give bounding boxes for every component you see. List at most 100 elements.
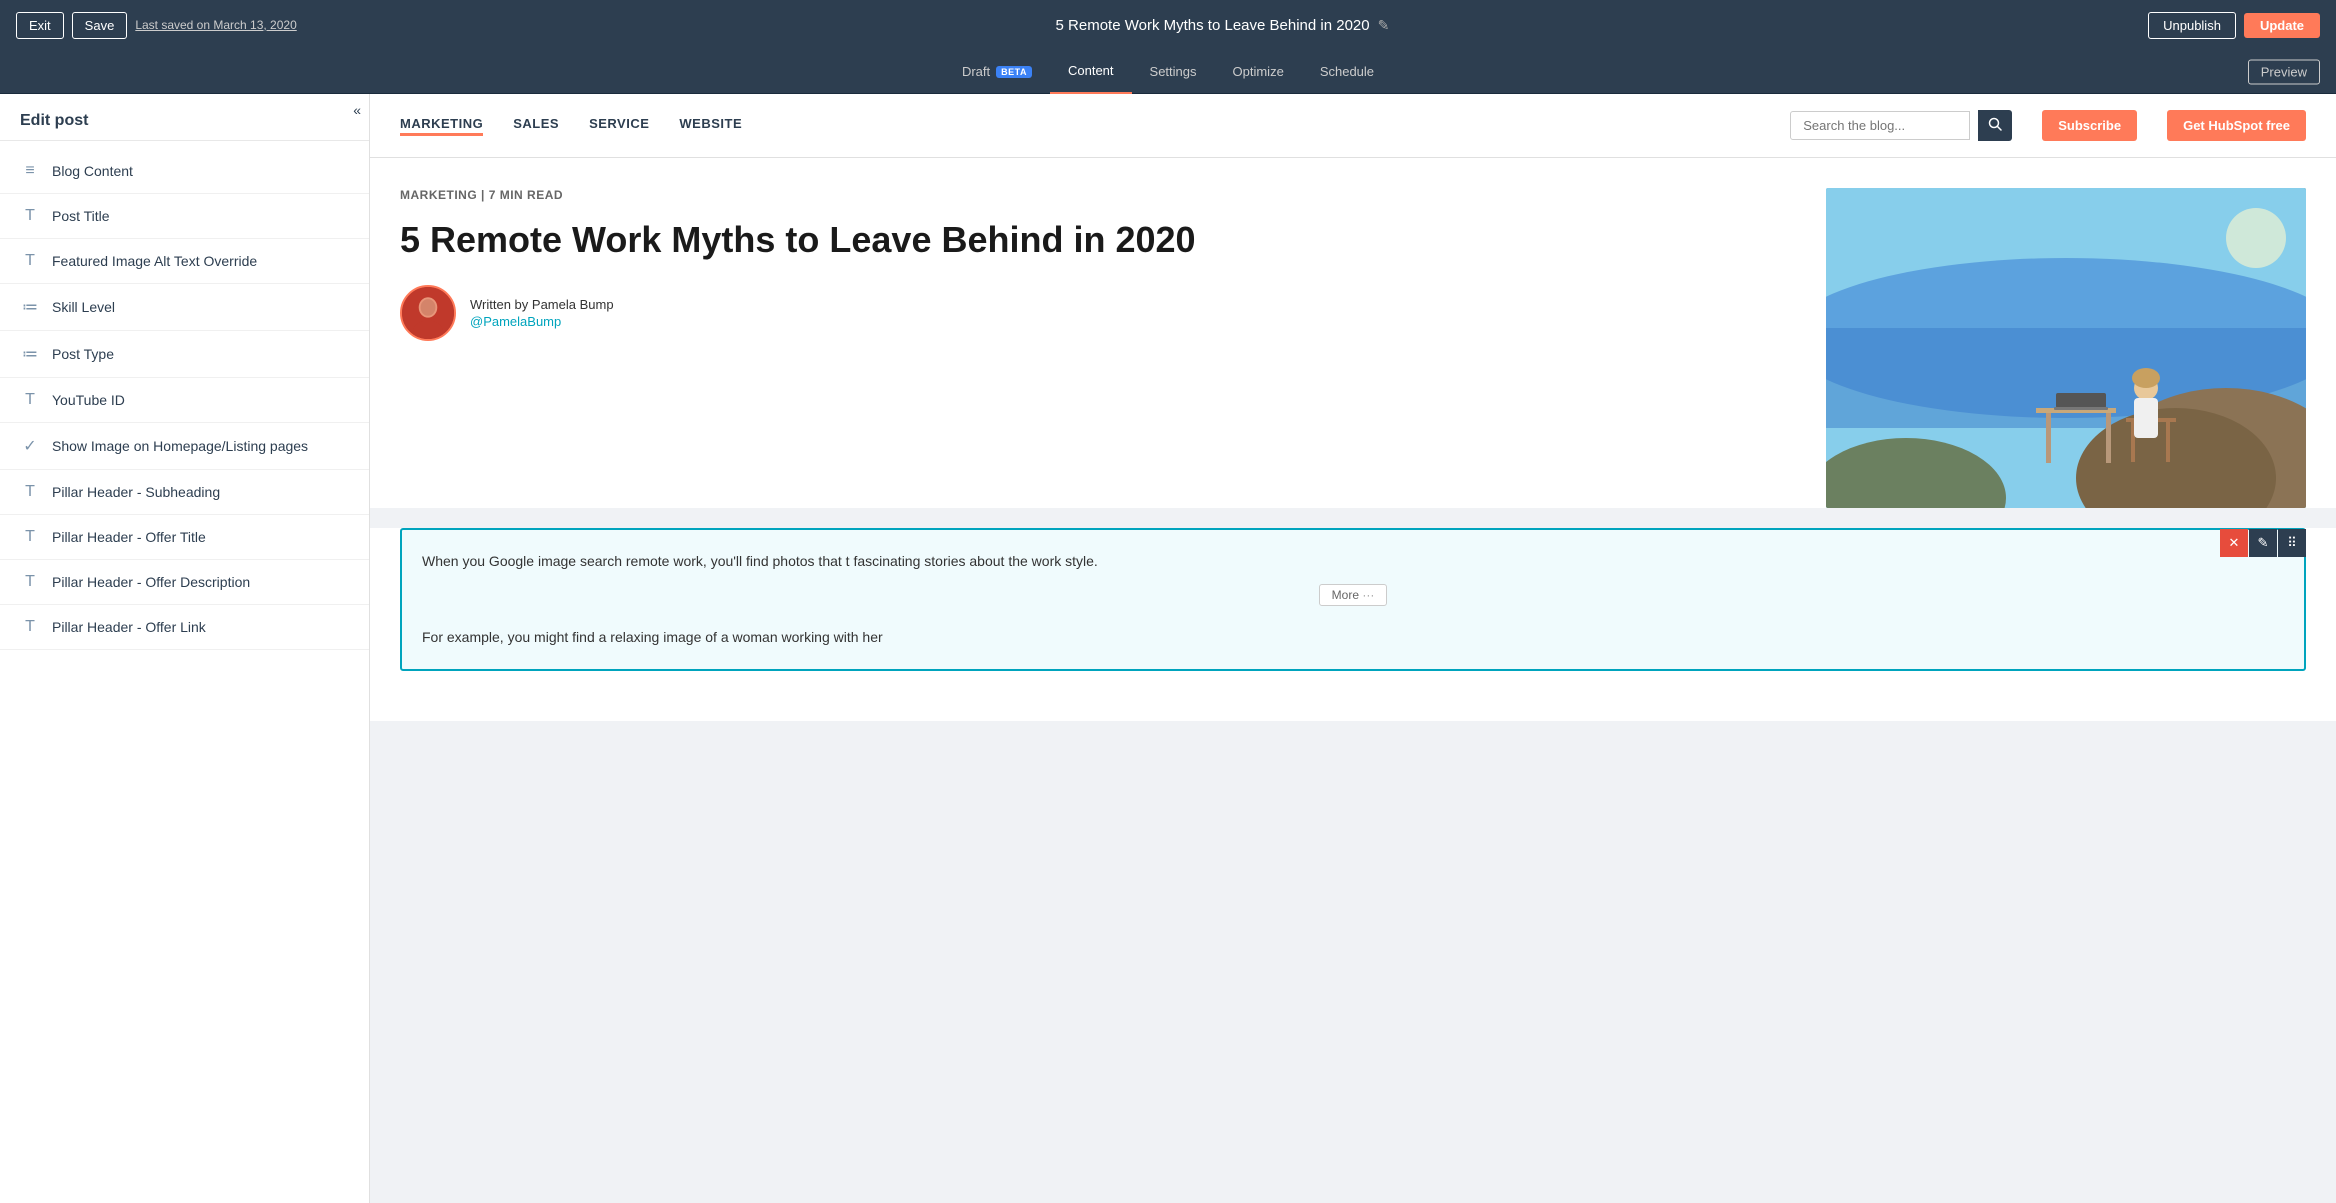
main-content: MARKETING SALES SERVICE WEBSITE Subscrib… [370,94,2336,1203]
skill-level-icon: ≔ [20,297,40,317]
more-button[interactable]: More ··· [1319,584,1388,606]
top-bar-right: Unpublish Update [2148,12,2320,39]
nav-tabs-bar: Draft BETA Content Settings Optimize Sch… [0,50,2336,94]
blog-search-area [1790,110,2012,141]
article-title: 5 Remote Work Myths to Leave Behind in 2… [400,218,1796,261]
article-left: MARKETING | 7 MIN READ 5 Remote Work Myt… [400,188,1796,341]
text-block: ✕ ✎ ⠿ When you Google image search remot… [370,528,2336,721]
page-title-text: 5 Remote Work Myths to Leave Behind in 2… [1056,17,1370,34]
editable-paragraph-1: When you Google image search remote work… [422,550,2284,572]
tab-draft-label: Draft [962,64,990,79]
author-block: Written by Pamela Bump @PamelaBump [400,285,1796,341]
blog-nav-sales[interactable]: SALES [513,116,559,136]
written-by-label: Written by [470,297,528,312]
author-avatar-image [402,285,454,341]
sidebar-label-pillar-offer-title: Pillar Header - Offer Title [52,529,206,545]
update-button[interactable]: Update [2244,13,2320,38]
sidebar-item-show-image[interactable]: ✓ Show Image on Homepage/Listing pages [0,423,369,470]
tab-content-label: Content [1068,63,1114,78]
sidebar-item-post-type[interactable]: ≔ Post Type [0,331,369,378]
tab-settings[interactable]: Settings [1132,50,1215,94]
page-title: 5 Remote Work Myths to Leave Behind in 2… [1056,17,1390,34]
editable-drag-button[interactable]: ⠿ [2278,529,2306,557]
article-meta: MARKETING | 7 MIN READ [400,188,1796,202]
more-label: More [1332,588,1359,602]
pillar-offer-link-icon: T [20,618,40,636]
featured-image-svg [1826,188,2306,508]
sidebar-label-pillar-offer-link: Pillar Header - Offer Link [52,619,206,635]
youtube-id-icon: T [20,391,40,409]
author-avatar [400,285,456,341]
sidebar-label-post-title: Post Title [52,208,110,224]
sidebar-label-pillar-offer-description: Pillar Header - Offer Description [52,574,250,590]
beta-badge: BETA [996,66,1032,78]
tab-schedule[interactable]: Schedule [1302,50,1392,94]
last-saved-label: Last saved on March 13, 2020 [135,18,296,32]
collapse-button[interactable]: « [353,102,361,118]
edit-title-icon[interactable]: ✎ [1378,17,1390,34]
edit-post-title: Edit post [0,94,369,141]
sidebar-item-skill-level[interactable]: ≔ Skill Level [0,284,369,331]
blog-search-button[interactable] [1978,110,2012,141]
post-type-icon: ≔ [20,344,40,364]
unpublish-button[interactable]: Unpublish [2148,12,2236,39]
blog-nav-marketing[interactable]: MARKETING [400,116,483,136]
preview-button[interactable]: Preview [2248,59,2320,84]
editable-close-button[interactable]: ✕ [2220,529,2248,557]
blog-nav-service[interactable]: SERVICE [589,116,649,136]
author-written-by: Written by Pamela Bump [470,297,614,312]
article-wrapper: MARKETING | 7 MIN READ 5 Remote Work Myt… [370,158,2336,508]
sidebar-label-featured-image-alt: Featured Image Alt Text Override [52,253,257,269]
left-panel: « Edit post ≡ Blog Content T Post Title … [0,94,370,1203]
app-body: « Edit post ≡ Blog Content T Post Title … [0,94,2336,1203]
top-bar-center: 5 Remote Work Myths to Leave Behind in 2… [1056,17,1390,34]
tab-optimize[interactable]: Optimize [1215,50,1302,94]
tab-draft[interactable]: Draft BETA [944,50,1050,94]
tab-settings-label: Settings [1150,64,1197,79]
sidebar-item-youtube-id[interactable]: T YouTube ID [0,378,369,423]
blog-content-icon: ≡ [20,162,40,180]
article-featured-image [1826,188,2306,508]
top-bar-left: Exit Save Last saved on March 13, 2020 [16,12,297,39]
blog-nav-links: MARKETING SALES SERVICE WEBSITE [400,116,1760,136]
exit-button[interactable]: Exit [16,12,64,39]
sidebar-label-blog-content: Blog Content [52,163,133,179]
sidebar-label-show-image: Show Image on Homepage/Listing pages [52,438,308,454]
tab-schedule-label: Schedule [1320,64,1374,79]
pillar-subheading-icon: T [20,483,40,501]
sidebar-label-post-type: Post Type [52,346,114,362]
editable-toolbar: ✕ ✎ ⠿ [2220,529,2306,557]
sidebar-items: ≡ Blog Content T Post Title T Featured I… [0,141,369,658]
featured-image-alt-icon: T [20,252,40,270]
post-title-icon: T [20,207,40,225]
blog-nav: MARKETING SALES SERVICE WEBSITE Subscrib… [370,94,2336,158]
top-bar: Exit Save Last saved on March 13, 2020 5… [0,0,2336,50]
editable-text-block[interactable]: ✕ ✎ ⠿ When you Google image search remot… [400,528,2306,671]
blog-nav-website[interactable]: WEBSITE [679,116,742,136]
subscribe-button[interactable]: Subscribe [2042,110,2137,141]
search-icon [1988,117,2002,131]
more-dots: ··· [1362,588,1374,602]
show-image-icon: ✓ [20,436,40,456]
sidebar-label-youtube-id: YouTube ID [52,392,125,408]
sidebar-item-post-title[interactable]: T Post Title [0,194,369,239]
editable-paragraph-2: For example, you might find a relaxing i… [422,618,2284,648]
sidebar-label-skill-level: Skill Level [52,299,115,315]
sidebar-label-pillar-subheading: Pillar Header - Subheading [52,484,220,500]
sidebar-item-pillar-offer-title[interactable]: T Pillar Header - Offer Title [0,515,369,560]
author-info: Written by Pamela Bump @PamelaBump [470,297,614,329]
sidebar-item-pillar-subheading[interactable]: T Pillar Header - Subheading [0,470,369,515]
tab-optimize-label: Optimize [1233,64,1284,79]
save-button[interactable]: Save [72,12,128,39]
sidebar-item-featured-image-alt[interactable]: T Featured Image Alt Text Override [0,239,369,284]
blog-search-input[interactable] [1790,111,1970,140]
pillar-offer-title-icon: T [20,528,40,546]
get-hubspot-button[interactable]: Get HubSpot free [2167,110,2306,141]
tab-content[interactable]: Content [1050,50,1132,94]
editable-edit-button[interactable]: ✎ [2249,529,2277,557]
sidebar-item-pillar-offer-link[interactable]: T Pillar Header - Offer Link [0,605,369,650]
author-handle[interactable]: @PamelaBump [470,314,614,329]
sidebar-item-pillar-offer-description[interactable]: T Pillar Header - Offer Description [0,560,369,605]
author-name: Pamela Bump [532,297,614,312]
sidebar-item-blog-content[interactable]: ≡ Blog Content [0,149,369,194]
